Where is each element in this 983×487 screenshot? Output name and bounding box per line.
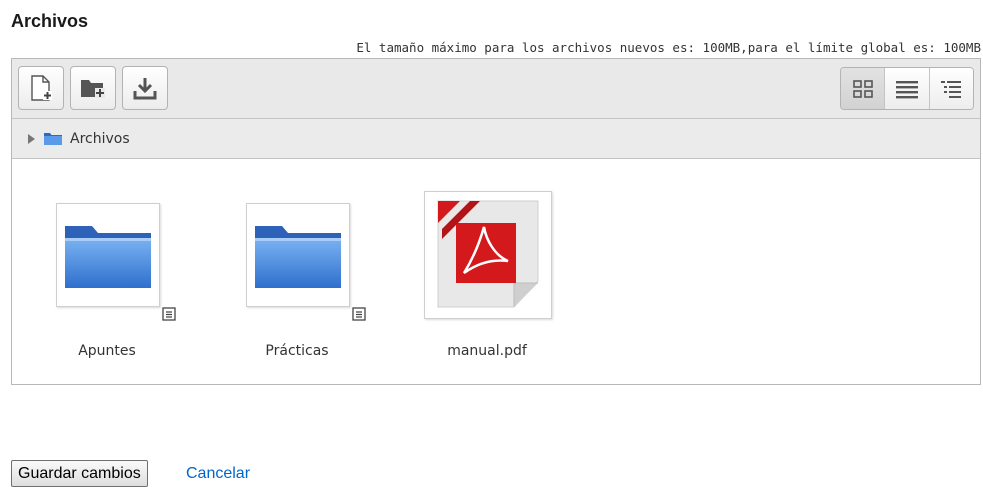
- folder-thumbnail: [246, 203, 350, 307]
- pdf-thumbnail: [424, 191, 552, 319]
- section-title: Archivos: [11, 11, 89, 31]
- folder-icon: [65, 226, 151, 288]
- folder-thumbnail: [56, 203, 160, 307]
- create-folder-icon: [81, 80, 105, 98]
- info-icon[interactable]: [162, 307, 176, 321]
- add-file-button[interactable]: [18, 66, 64, 110]
- icons-view-icon: [852, 79, 873, 98]
- download-button[interactable]: [122, 66, 168, 110]
- expand-arrow-icon[interactable]: [28, 133, 35, 144]
- icons-view-button[interactable]: [841, 68, 885, 109]
- add-file-icon: [31, 75, 52, 101]
- breadcrumb: Archivos: [12, 119, 980, 159]
- file-name: manual.pdf: [447, 343, 527, 359]
- pdf-icon: [437, 200, 539, 308]
- file-manager-toolbar: [12, 59, 980, 119]
- save-button[interactable]: Guardar cambios: [11, 460, 148, 487]
- max-size-note: El tamaño máximo para los archivos nuevo…: [356, 40, 981, 55]
- folder-icon: [43, 131, 63, 146]
- list-view-button[interactable]: [884, 68, 929, 109]
- info-icon[interactable]: [352, 307, 366, 321]
- file-area: Apuntes Prácticas manual.pdf: [12, 159, 980, 385]
- download-icon: [133, 78, 157, 100]
- cancel-link[interactable]: Cancelar: [186, 465, 250, 483]
- create-folder-button[interactable]: [70, 66, 116, 110]
- list-view-icon: [895, 80, 918, 98]
- file-name: Prácticas: [265, 343, 329, 359]
- breadcrumb-label[interactable]: Archivos: [70, 131, 130, 147]
- tree-view-icon: [941, 80, 962, 98]
- tree-view-button[interactable]: [928, 68, 973, 109]
- file-manager: Archivos Apuntes Prácticas manual.pdf: [11, 58, 981, 385]
- view-switcher: [840, 67, 974, 110]
- folder-icon: [255, 226, 341, 288]
- file-name: Apuntes: [78, 343, 136, 359]
